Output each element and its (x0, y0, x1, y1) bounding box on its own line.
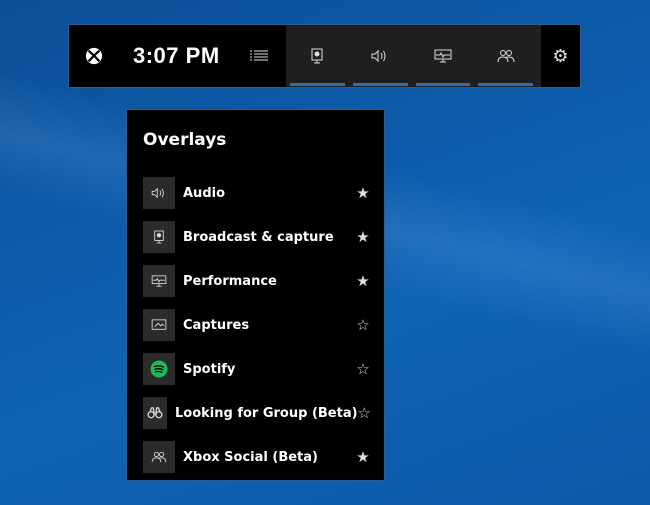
performance-widget-button[interactable] (415, 25, 471, 87)
social-icon (497, 50, 515, 63)
overlay-item-spotify[interactable]: Spotify ☆ (143, 353, 371, 385)
game-bar: 3:07 PM ⚙ (68, 24, 581, 88)
item-label: Captures (183, 317, 250, 333)
broadcast-icon (143, 221, 175, 253)
star-filled-icon[interactable]: ★ (355, 272, 371, 290)
item-label: Looking for Group (Beta) (174, 405, 358, 421)
gear-icon: ⚙ (552, 45, 569, 67)
audio-widget-button[interactable] (352, 25, 408, 87)
panel-title: Overlays (143, 130, 227, 150)
item-label: Xbox Social (Beta) (183, 449, 318, 465)
item-label: Spotify (183, 361, 236, 377)
spotify-icon (143, 353, 175, 385)
broadcast-icon (311, 48, 323, 64)
item-label: Audio (183, 185, 226, 201)
star-filled-icon[interactable]: ★ (355, 184, 371, 202)
overlay-item-broadcast[interactable]: Broadcast & capture ★ (143, 221, 371, 253)
overlay-item-xbox-social[interactable]: Xbox Social (Beta) ★ (143, 441, 371, 473)
social-widget-button[interactable] (478, 25, 533, 87)
xbox-logo-icon[interactable] (85, 47, 103, 65)
audio-icon (371, 49, 386, 63)
settings-button[interactable]: ⚙ (541, 25, 580, 87)
widget-menu-icon[interactable] (249, 50, 268, 62)
overlay-item-performance[interactable]: Performance ★ (143, 265, 371, 297)
item-label: Performance (183, 273, 277, 289)
item-label: Broadcast & capture (183, 229, 334, 245)
overlay-item-captures[interactable]: Captures ☆ (143, 309, 371, 341)
star-filled-icon[interactable]: ★ (355, 228, 371, 246)
star-outline-icon[interactable]: ☆ (355, 360, 371, 378)
audio-icon (143, 177, 175, 209)
captures-icon (143, 309, 175, 341)
overlays-panel: Overlays Audio ★ Broadcast & capture ★ Per… (126, 109, 385, 481)
star-outline-icon[interactable]: ☆ (355, 316, 371, 334)
star-filled-icon[interactable]: ★ (355, 448, 371, 466)
overlay-item-looking-for-group[interactable]: Looking for Group (Beta) ☆ (143, 397, 371, 429)
clock: 3:07 PM (133, 43, 220, 68)
overlay-item-audio[interactable]: Audio ★ (143, 177, 371, 209)
social-icon (143, 441, 175, 473)
broadcast-widget-button[interactable] (290, 25, 345, 87)
binoculars-icon (143, 397, 167, 429)
star-outline-icon[interactable]: ☆ (358, 404, 371, 422)
performance-icon (143, 265, 175, 297)
performance-icon (434, 49, 452, 63)
